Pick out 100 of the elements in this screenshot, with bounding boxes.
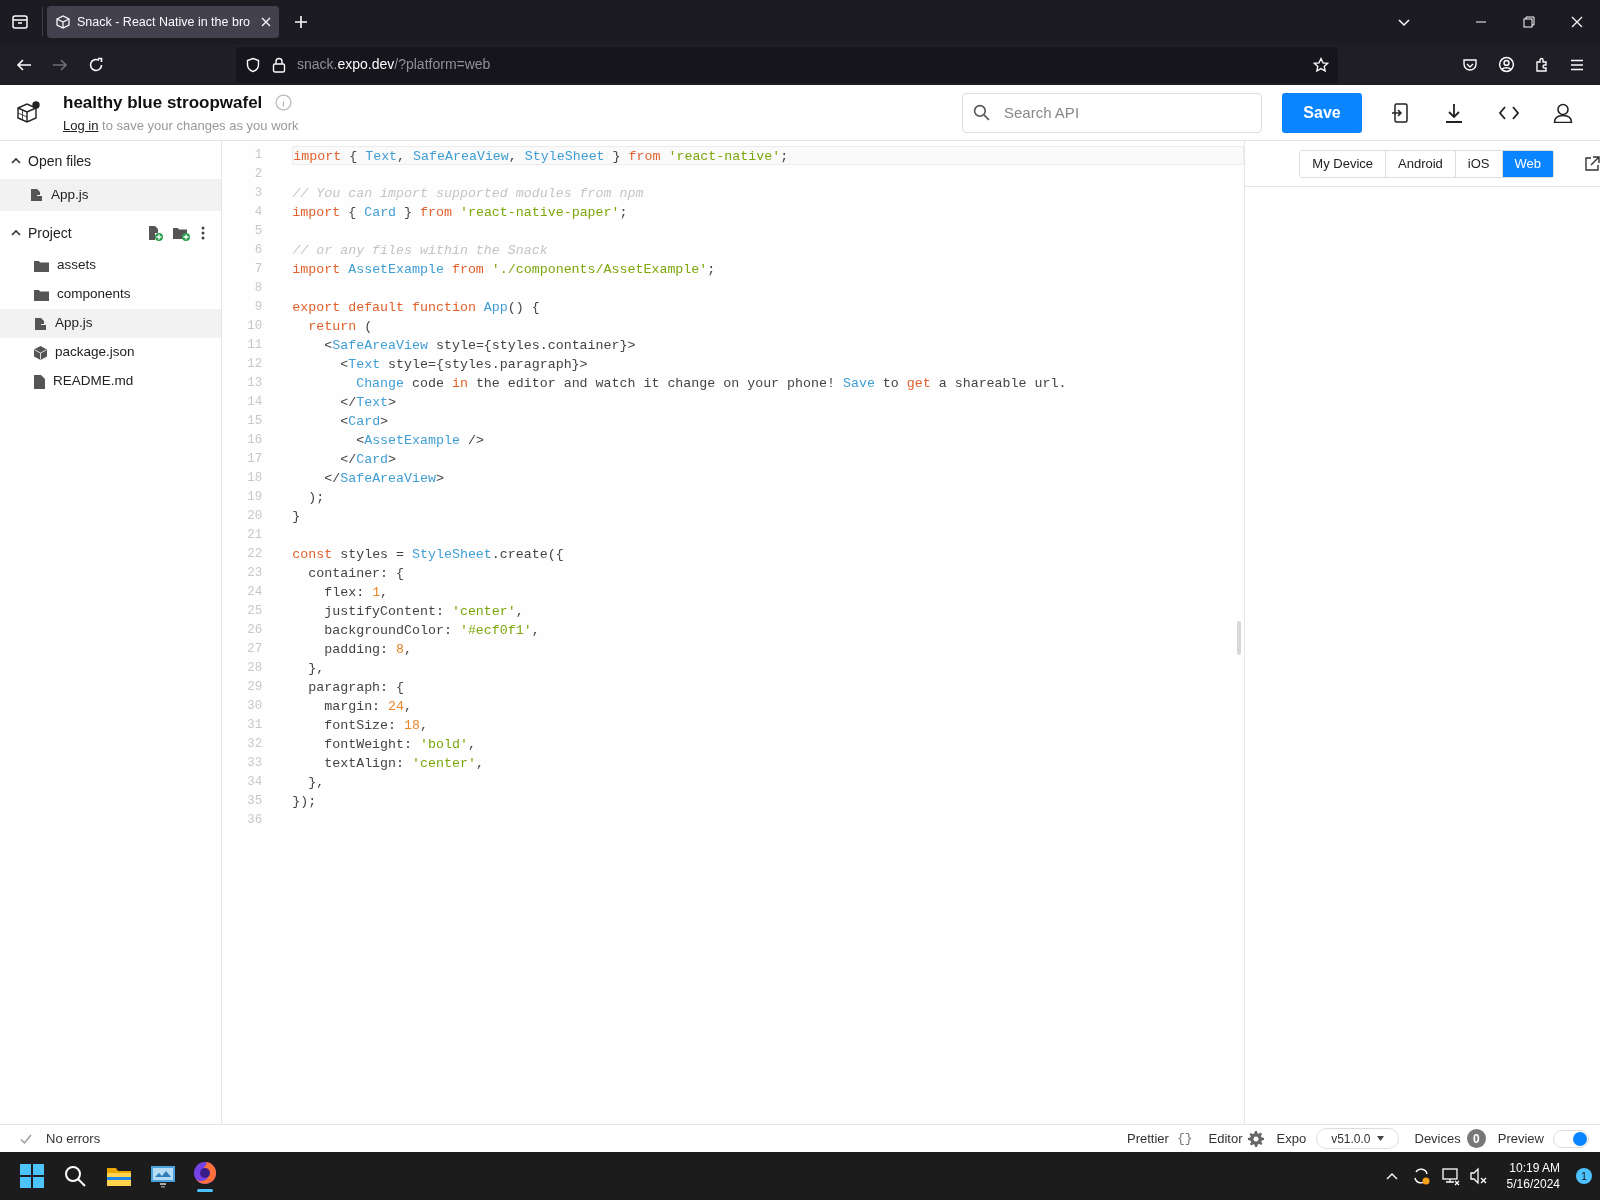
download-icon[interactable] [1445,102,1463,123]
code-line: paragraph: { [307,680,405,695]
speaker-muted-icon[interactable] [1468,1166,1489,1186]
file-item[interactable]: README.md [0,367,222,396]
search-icon [973,103,990,121]
tab-title: Snack - React Native in the bro [77,13,251,31]
user-icon[interactable] [1553,102,1573,123]
gear-icon [1248,1130,1265,1147]
login-hint: Log in to save your changes as you work [63,116,299,135]
back-icon[interactable] [16,56,32,73]
platform-tab[interactable]: Web [1501,150,1553,177]
code-line: import { Text, SafeAreaView, StyleSheet } from 'react-native'; [293,149,789,164]
file-item[interactable]: components [0,280,222,309]
code-line: export default function App() { [292,300,540,315]
menu-icon[interactable] [1570,57,1584,72]
url-text: snack.expo.dev/?platform=web [297,55,491,74]
new-tab-icon[interactable] [294,15,308,29]
lock-icon [272,56,286,73]
new-folder-icon[interactable] [173,225,191,241]
code-line: // or any files within the Snack [292,243,548,258]
restore-icon[interactable] [1523,16,1535,28]
network-icon[interactable] [1440,1166,1461,1186]
editor-settings-button[interactable]: Editor [1208,1128,1265,1149]
sdk-label: Expo [1276,1129,1307,1148]
pocket-icon[interactable] [1462,56,1478,73]
account-icon[interactable] [1498,56,1515,73]
forward-icon[interactable] [52,56,68,73]
save-button[interactable]: Save [1282,92,1362,133]
devices-label: Devices [1414,1129,1461,1148]
code-line: justifyContent: 'center', [323,604,524,619]
file-item[interactable]: App.js [0,309,222,338]
folder-icon [34,288,49,301]
platform-tab[interactable]: Android [1385,150,1455,177]
extensions-icon[interactable] [1534,56,1550,73]
file-icon [30,188,43,202]
code-line: flex: 1, [323,585,389,600]
code-line: }); [292,794,317,809]
document-icon [34,374,45,389]
preview-label: Preview [1497,1129,1544,1148]
code-line: textAlign: 'center', [323,756,484,771]
close-icon[interactable] [261,17,271,27]
code-icon[interactable] [1499,104,1519,121]
folder-icon [34,259,49,272]
code-line: fontWeight: 'bold', [323,737,476,752]
code-line: }, [307,775,325,790]
code-line: <AssetExample /> [355,433,484,448]
browser-tab[interactable]: Snack - React Native in the bro [47,6,279,38]
platform-tab[interactable]: My Device [1300,150,1385,177]
section-title[interactable]: Project [28,222,72,244]
code-line: </Card> [339,452,397,467]
platform-tab[interactable]: iOS [1454,150,1502,177]
search-icon[interactable] [64,1165,86,1187]
section-title[interactable]: Open files [28,150,92,172]
address-bar[interactable]: snack.expo.dev/?platform=web [236,46,1338,83]
file-item[interactable]: package.json [0,338,222,367]
cube-icon [55,14,71,30]
monitor-icon[interactable] [150,1164,176,1188]
tab-list-icon[interactable] [11,13,29,31]
scrollbar[interactable] [1237,621,1242,655]
code-line: } [292,509,301,524]
reload-icon[interactable] [88,56,104,73]
code-line: import { Card } from 'react-native-paper'; [292,205,628,220]
bookmark-star-icon[interactable] [1313,56,1329,73]
code-line: // You can import supported modules from npm [292,186,644,201]
code-line: import AssetExample from './components/AssetExample'; [292,262,716,277]
file-item[interactable]: App.js [0,179,222,211]
clock-time[interactable]: 10:19 AM [1509,1160,1560,1176]
code-line: const styles = StyleSheet.create({ [292,547,564,562]
code-line: <Text style={styles.paragraph}> [339,357,588,372]
new-file-icon[interactable] [148,225,164,241]
code-line: backgroundColor: '#ecf0f1', [323,623,540,638]
file-item[interactable]: assets [0,251,222,280]
clock-date[interactable]: 5/16/2024 [1506,1176,1560,1192]
shield-icon[interactable] [245,56,261,73]
search-field[interactable]: Search API [962,92,1262,133]
package-icon [34,345,47,360]
close-icon[interactable] [1571,16,1583,28]
cube-logo-icon[interactable] [15,99,41,126]
folder-icon[interactable] [106,1165,132,1187]
code-line: }, [307,661,325,676]
caret-icon [1376,1136,1384,1141]
code-line: </SafeAreaView> [323,471,444,486]
more-options-icon[interactable] [201,226,206,240]
code-line: padding: 8, [323,642,413,657]
project-title: healthy blue stroopwafel [63,92,263,114]
external-link-icon[interactable] [1584,155,1600,172]
file-icon [34,316,47,331]
code-line: Change code in the editor and watch it change on your phone! Save to get a shareable url. [355,376,1067,391]
device-import-icon[interactable] [1391,102,1409,123]
check-icon [20,1132,32,1145]
firefox-icon[interactable] [192,1160,218,1186]
code-line: <Card> [339,414,389,429]
code-line: </Text> [339,395,397,410]
code-line: ); [307,490,325,505]
login-link[interactable]: Log in [63,117,99,133]
windows-start-icon[interactable] [20,1164,44,1188]
prettier-button[interactable]: Prettier {} [1127,1128,1193,1149]
code-line: margin: 24, [323,699,413,714]
notification-badge[interactable]: 1 [1576,1168,1592,1184]
devices-count: 0 [1466,1129,1486,1148]
